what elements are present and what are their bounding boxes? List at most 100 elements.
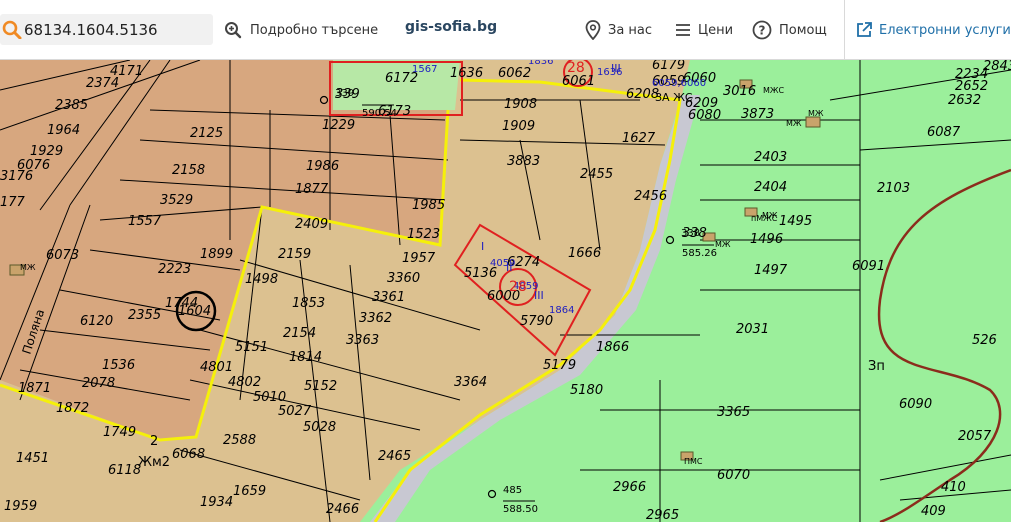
parcel-label-2965: 2965	[646, 508, 679, 522]
external-link-icon	[857, 22, 872, 37]
parcel-label-3873: 3873	[741, 107, 774, 122]
parcel-label-6118: 6118	[108, 463, 141, 478]
location-pin-icon	[585, 20, 601, 40]
parcel-label-1909: 1909	[502, 119, 535, 134]
nav-about-label: За нас	[608, 22, 653, 38]
parcel-label-2632: 2632	[948, 93, 981, 108]
parcel-label-2125: 2125	[190, 126, 223, 141]
parcel-label-4802: 4802	[228, 375, 261, 390]
parcel-label-1929: 1929	[30, 144, 63, 159]
parcel-label-2057: 2057	[958, 429, 992, 444]
zone-label-6: I	[481, 240, 484, 253]
parcel-label-1498: 1498	[245, 272, 278, 287]
parcel-label-1986: 1986	[306, 159, 339, 174]
parcel-label-3361: 3361	[372, 290, 405, 305]
parcel-label-2466: 2466	[326, 502, 359, 517]
parcel-label-2403: 2403	[754, 150, 787, 165]
parcel-label-2031: 2031	[736, 322, 769, 337]
red-plan-label-2: 28	[509, 279, 527, 295]
parcel-label-1871: 1871	[18, 381, 51, 396]
parcel-label-6070: 6070	[717, 468, 750, 483]
parcel-label-1536: 1536	[102, 358, 135, 373]
search-icon[interactable]	[2, 19, 22, 39]
parcel-label-6061: 6061	[562, 74, 595, 89]
parcel-label-4801: 4801	[200, 360, 233, 375]
parcel-label-1872: 1872	[56, 401, 89, 416]
zone-label-5: II	[506, 261, 513, 274]
red-plan-label-1: 28	[567, 60, 585, 76]
parcel-label-2465: 2465	[378, 449, 411, 464]
zone-label-3: Зп	[868, 359, 885, 374]
parcel-label-1908: 1908	[504, 97, 537, 112]
parcel-label-3016: 3016	[723, 84, 756, 99]
search-box[interactable]	[0, 14, 213, 45]
parcel-label-2652: 2652	[955, 79, 988, 94]
parcel-label-1957: 1957	[402, 251, 436, 266]
parcel-label-1523: 1523	[407, 227, 440, 242]
parcel-label-2456: 2456	[634, 189, 667, 204]
elevation-value-485: 588.50	[503, 504, 538, 515]
elevation-value-338: 585.26	[682, 248, 717, 259]
top-toolbar: Подробно търсене gis-sofia.bg За нас Цен…	[0, 0, 1011, 60]
parcel-label-1627: 1627	[622, 131, 656, 146]
parcel-label-2385: 2385	[55, 98, 88, 113]
parcel-label-1814: 1814	[289, 350, 322, 365]
parcel-label-3176: 3176	[0, 169, 33, 184]
parcel-label-1853: 1853	[292, 296, 325, 311]
parcel-label-3364: 3364	[454, 375, 487, 390]
zone-label-4: III	[611, 62, 621, 75]
parcel-label-5179: 5179	[543, 358, 576, 373]
zone-label-8: ЗА ЖС	[655, 91, 693, 104]
parcel-label-6091: 6091	[852, 259, 885, 274]
parcel-label-1497: 1497	[754, 263, 788, 278]
building-label-2: МЖС	[763, 86, 785, 95]
parcel-label-1229: 1229	[322, 118, 355, 133]
cadastre-id-7: 6059,6060	[652, 78, 706, 89]
parcel-label-2404: 2404	[754, 180, 787, 195]
parcel-label-2355: 2355	[128, 308, 161, 323]
nav-about[interactable]: За нас	[585, 18, 652, 42]
parcel-label-3360: 3360	[387, 271, 420, 286]
nav-divider	[844, 0, 845, 60]
map-canvas[interactable]: 237441712385196419296076317617721252158 1…	[0, 60, 1011, 522]
parcel-label-2588: 2588	[223, 433, 256, 448]
parcel-label-409: 409	[921, 504, 946, 519]
parcel-label-1985: 1985	[412, 198, 445, 213]
parcel-label-4171: 4171	[110, 64, 143, 79]
search-input[interactable]	[24, 18, 210, 41]
nav-help-label: Помощ	[779, 22, 827, 38]
zoom-plus-icon	[225, 22, 242, 39]
cadastre-id-1: 1567	[412, 64, 437, 75]
building-label-1: МЖ	[715, 240, 731, 249]
elevation-value-339: 590.54	[362, 108, 397, 119]
parcel-label-3365: 3365	[717, 405, 750, 420]
zone-label-1: Жм2	[138, 455, 170, 470]
parcel-label-1495: 1495	[779, 214, 812, 229]
eservices-label: Електронни услуги	[879, 22, 1011, 38]
parcel-label-1666: 1666	[568, 246, 601, 261]
cadastral-map[interactable]: 2374 4171 2385 1964 1929 6076 3176 177 2125 2158 1…	[0, 60, 1011, 522]
parcel-label-3362: 3362	[359, 311, 392, 326]
parcel-label-6090: 6090	[899, 397, 932, 412]
zone-label-2: 2	[150, 434, 158, 449]
building-label-7: ПМС	[684, 457, 703, 466]
brand-link[interactable]: gis-sofia.bg	[405, 19, 497, 35]
parcel-label-1964: 1964	[47, 123, 80, 138]
parcel-label-1659: 1659	[233, 484, 266, 499]
parcel-label-2966: 2966	[613, 480, 646, 495]
parcel-label-2158: 2158	[172, 163, 205, 178]
zone-label-7: III	[534, 289, 544, 302]
parcel-label-410: 410	[941, 480, 966, 495]
building-label-6: МЖ	[762, 211, 778, 220]
parcel-label-2843: 2843	[983, 60, 1011, 74]
eservices-link[interactable]: Електронни услуги	[855, 18, 1011, 42]
parcel-label-2159: 2159	[278, 247, 311, 262]
nav-help[interactable]: ? Помощ	[752, 18, 827, 42]
nav-prices[interactable]: Цени	[675, 18, 733, 42]
parcel-label-1866: 1866	[596, 340, 629, 355]
advanced-search-link[interactable]: Подробно търсене	[224, 18, 378, 42]
parcel-label-1604: 1604	[178, 304, 211, 319]
parcel-label-2103: 2103	[877, 181, 910, 196]
parcel-label-5152: 5152	[304, 379, 337, 394]
parcel-label-2078: 2078	[82, 376, 115, 391]
